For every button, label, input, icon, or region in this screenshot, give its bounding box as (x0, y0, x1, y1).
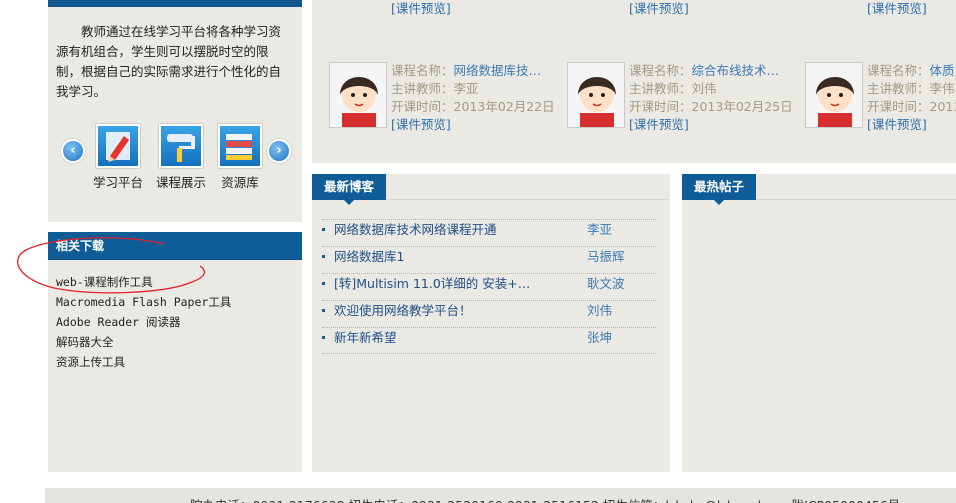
download-link[interactable]: Macromedia Flash Paper工具 (56, 292, 231, 312)
blog-author-link[interactable]: 马振辉 (587, 248, 625, 266)
start-date: 2013年02月22日 (453, 99, 555, 114)
course-name[interactable]: 综合布线技术… (692, 63, 780, 78)
intro-panel: 教师通过在线学习平台将各种学习资源有机组合，学生则可以摆脱时空的限制，根据自己的… (48, 0, 302, 222)
intro-text: 教师通过在线学习平台将各种学习资源有机组合，学生则可以摆脱时空的限制，根据自己的… (56, 24, 282, 99)
blog-title-link[interactable]: 网络数据库技术网络课程开通 (334, 221, 574, 239)
course-name-label: 课程名称： (391, 63, 454, 78)
course-card: 课程名称：综合布线技术… 主讲教师：刘伟 开课时间：2013年02月25日 [课… (567, 62, 807, 142)
list-item: 网络数据库1 马振辉 (322, 246, 656, 273)
course-preview-link[interactable]: [课件预览] (391, 117, 451, 132)
teacher-name: 刘伟 (691, 81, 717, 96)
books-icon (218, 124, 262, 168)
teacher-name: 李伟 (929, 81, 955, 96)
tool-course-showcase[interactable]: 课程展示 (149, 124, 213, 191)
bullet-icon (322, 228, 325, 231)
blog-title-link[interactable]: 网络数据库1 (334, 248, 574, 266)
chevron-right-icon: › (276, 143, 282, 158)
tool-resource-library[interactable]: 资源库 (208, 124, 272, 191)
start-date: 2013年02月25日 (691, 99, 793, 114)
blog-author-link[interactable]: 刘伟 (587, 302, 612, 320)
teacher-label: 主讲教师： (391, 81, 454, 96)
list-item: 网络数据库技术网络课程开通 李亚 (322, 219, 656, 246)
teacher-avatar (805, 62, 863, 128)
tool-label: 资源库 (221, 175, 259, 190)
carousel-next-button[interactable]: › (267, 139, 291, 163)
course-name[interactable]: 网络数据库技… (454, 63, 542, 78)
intro-panel-header-bar (48, 0, 302, 7)
teacher-label: 主讲教师： (629, 81, 692, 96)
latest-blogs-tab[interactable]: 最新博客 (312, 174, 387, 205)
paint-roller-icon (159, 124, 203, 168)
hot-posts-panel: 最热帖子 (682, 174, 956, 472)
blog-list: 网络数据库技术网络课程开通 李亚 网络数据库1 马振辉 [转]Multisim … (322, 219, 656, 354)
downloads-list: web-课程制作工具 Macromedia Flash Paper工具 Adob… (56, 272, 231, 372)
list-item: [转]Multisim 11.0详细的 安装+… 耿文波 (322, 273, 656, 300)
page: 教师通过在线学习平台将各种学习资源有机组合，学生则可以摆脱时空的限制，根据自己的… (0, 0, 956, 503)
pencil-icon (96, 124, 140, 168)
footer-contact-text: 院办电话：0931-2176638 招生电话：0931-2520169 0931… (190, 495, 900, 503)
downloads-panel: 相关下载 web-课程制作工具 Macromedia Flash Paper工具… (48, 232, 302, 472)
teacher-name: 李亚 (453, 81, 479, 96)
course-listing: [课件预览] [课件预览] [课件预览] 课程名称：网络数据库技… 主讲教师：李… (312, 0, 956, 163)
teacher-label: 主讲教师： (867, 81, 930, 96)
download-link[interactable]: 资源上传工具 (56, 352, 231, 372)
bullet-icon (322, 336, 325, 339)
blog-author-link[interactable]: 耿文波 (587, 275, 625, 293)
course-card: 课程名称：网络数据库技… 主讲教师：李亚 开课时间：2013年02月22日 [课… (329, 62, 569, 142)
panel-header: 最热帖子 (682, 174, 956, 205)
bullet-icon (322, 309, 325, 312)
downloads-title: 相关下载 (48, 232, 302, 264)
course-name[interactable]: 体质 (930, 63, 955, 78)
panel-header: 最新博客 (312, 174, 670, 205)
download-link[interactable]: 解码器大全 (56, 332, 231, 352)
tool-label: 学习平台 (92, 175, 143, 190)
course-preview-link[interactable]: [课件预览] (629, 1, 689, 16)
tool-label: 课程展示 (155, 175, 206, 190)
chevron-left-icon: ‹ (70, 143, 76, 158)
footer: 院办电话：0931-2176638 招生电话：0931-2520169 0931… (45, 488, 956, 503)
course-name-label: 课程名称： (867, 63, 930, 78)
course-name-label: 课程名称： (629, 63, 692, 78)
hot-posts-tab[interactable]: 最热帖子 (682, 174, 757, 205)
blog-author-link[interactable]: 李亚 (587, 221, 612, 239)
teacher-avatar (329, 62, 387, 128)
course-preview-link[interactable]: [课件预览] (391, 1, 451, 16)
bullet-icon (322, 255, 325, 258)
tool-learning-platform[interactable]: 学习平台 (86, 124, 150, 191)
blog-title-link[interactable]: 欢迎使用网络教学平台！ (334, 302, 574, 320)
download-link[interactable]: Adobe Reader 阅读器 (56, 312, 231, 332)
latest-blogs-panel: 最新博客 网络数据库技术网络课程开通 李亚 网络数据库1 马振辉 [转]Mult… (312, 174, 670, 472)
course-preview-link[interactable]: [课件预览] (867, 117, 927, 132)
start-date-label: 开课时间： (629, 99, 692, 114)
bullet-icon (322, 282, 325, 285)
course-card: [课件预览] (329, 0, 569, 16)
download-link[interactable]: web-课程制作工具 (56, 272, 231, 292)
course-card: 课程名称：体质 主讲教师：李伟 开课时间：2013 [课件预览] (805, 62, 956, 142)
start-date: 2013 (929, 99, 956, 114)
course-card: [课件预览] (805, 0, 956, 16)
course-preview-link[interactable]: [课件预览] (867, 1, 927, 16)
carousel-prev-button[interactable]: ‹ (61, 139, 85, 163)
list-item: 新年新希望 张坤 (322, 327, 656, 354)
teacher-avatar (567, 62, 625, 128)
start-date-label: 开课时间： (391, 99, 454, 114)
start-date-label: 开课时间： (867, 99, 930, 114)
list-item: 欢迎使用网络教学平台！ 刘伟 (322, 300, 656, 327)
course-preview-link[interactable]: [课件预览] (629, 117, 689, 132)
blog-author-link[interactable]: 张坤 (587, 329, 612, 347)
blog-title-link[interactable]: [转]Multisim 11.0详细的 安装+… (334, 275, 574, 293)
course-card: [课件预览] (567, 0, 807, 16)
blog-title-link[interactable]: 新年新希望 (334, 329, 574, 347)
